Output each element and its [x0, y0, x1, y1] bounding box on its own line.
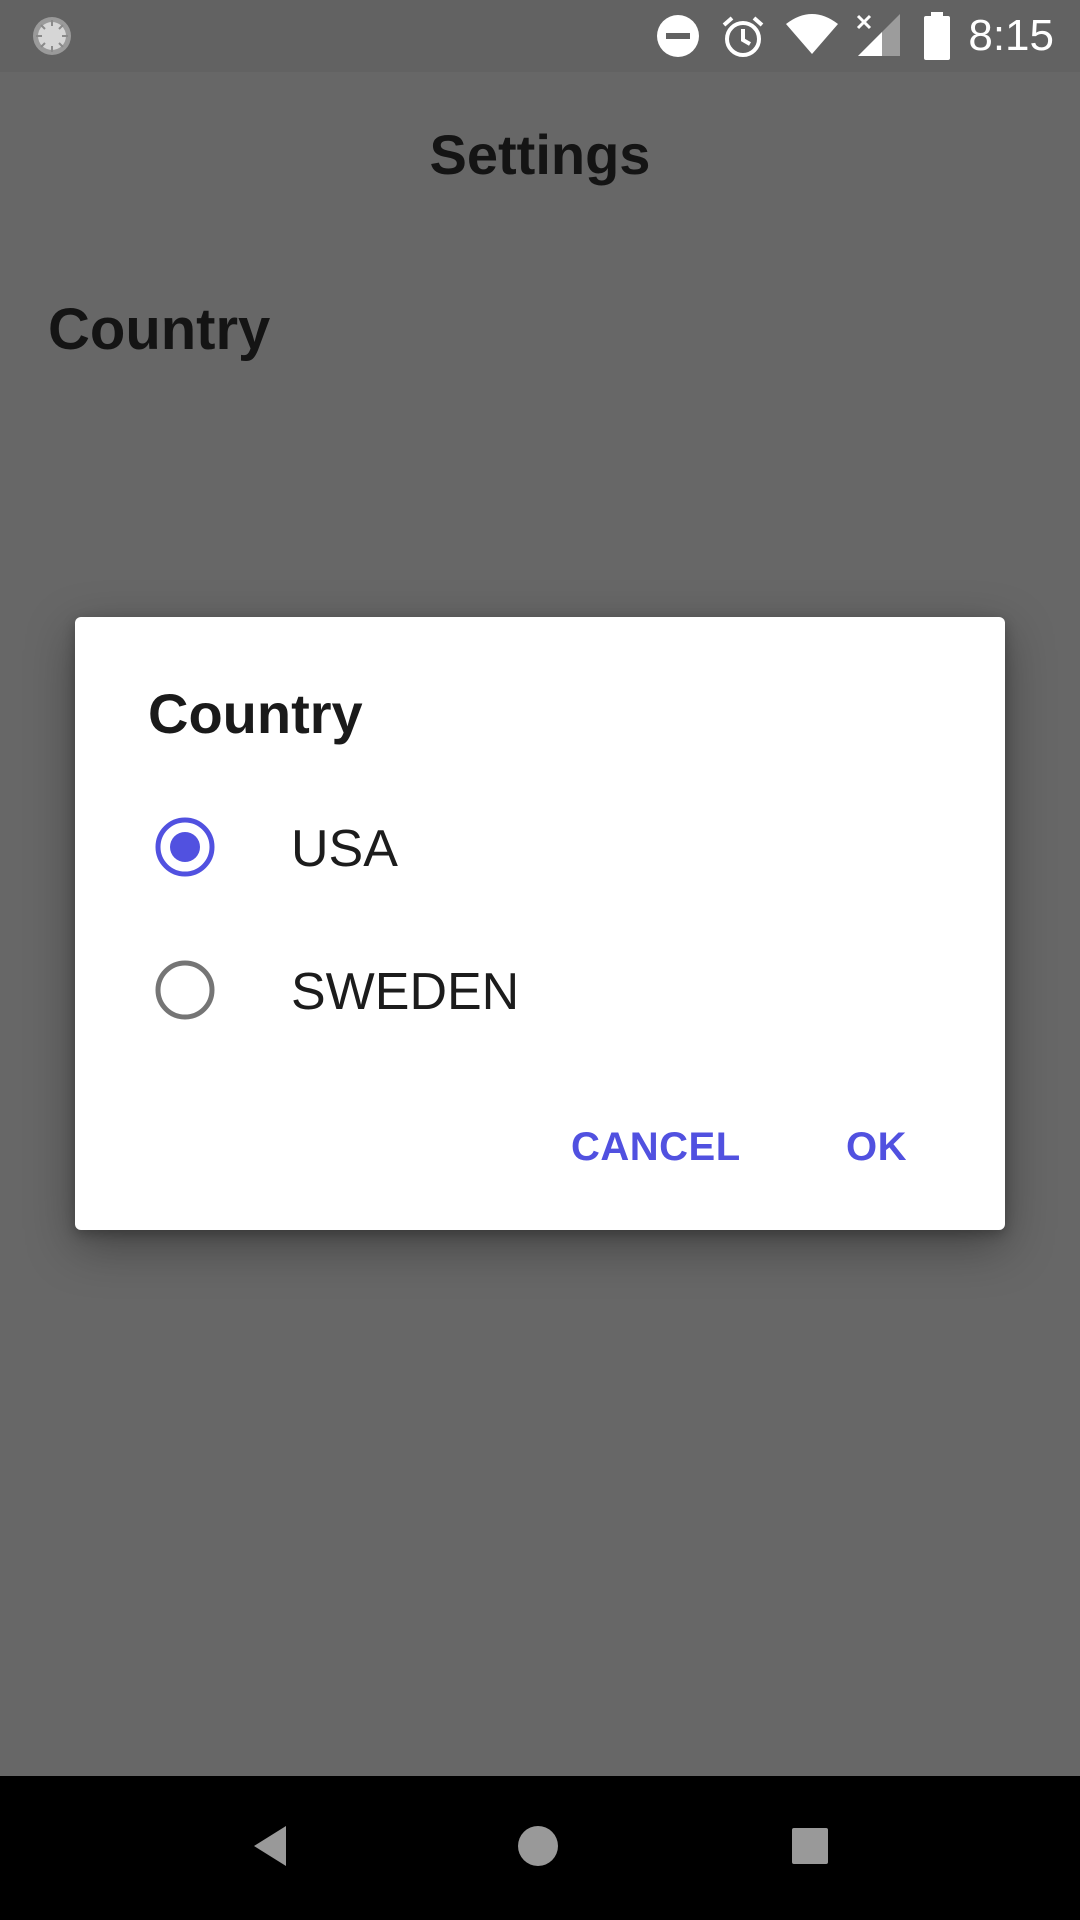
do-not-disturb-icon	[656, 14, 700, 63]
option-label-usa: USA	[291, 820, 398, 878]
navigation-bar	[0, 1776, 1080, 1920]
battery-icon	[922, 12, 952, 65]
alarm-icon	[720, 14, 766, 65]
preference-country[interactable]: Country	[48, 296, 270, 363]
option-usa[interactable]: USA	[75, 777, 1005, 917]
ok-button[interactable]: OK	[846, 1125, 907, 1170]
dialog-title: Country	[148, 682, 363, 745]
radio-selected-icon[interactable]	[154, 816, 216, 878]
option-sweden[interactable]: SWEDEN	[75, 920, 1005, 1060]
back-icon[interactable]	[250, 1822, 290, 1875]
home-icon[interactable]	[514, 1822, 562, 1875]
option-label-sweden: SWEDEN	[291, 963, 520, 1021]
status-time: 8:15	[968, 11, 1054, 60]
loading-indicator-icon	[30, 14, 74, 58]
signal-no-data-icon	[854, 12, 902, 63]
cancel-button[interactable]: CANCEL	[571, 1125, 741, 1170]
recents-icon[interactable]	[788, 1822, 832, 1875]
status-bar: 8:15	[0, 0, 1080, 72]
wifi-icon	[784, 12, 840, 61]
page-title: Settings	[429, 123, 651, 186]
screen: 8:15 Settings Country Country CANCEL OK …	[0, 0, 1080, 1920]
radio-unselected-icon[interactable]	[154, 959, 216, 1021]
